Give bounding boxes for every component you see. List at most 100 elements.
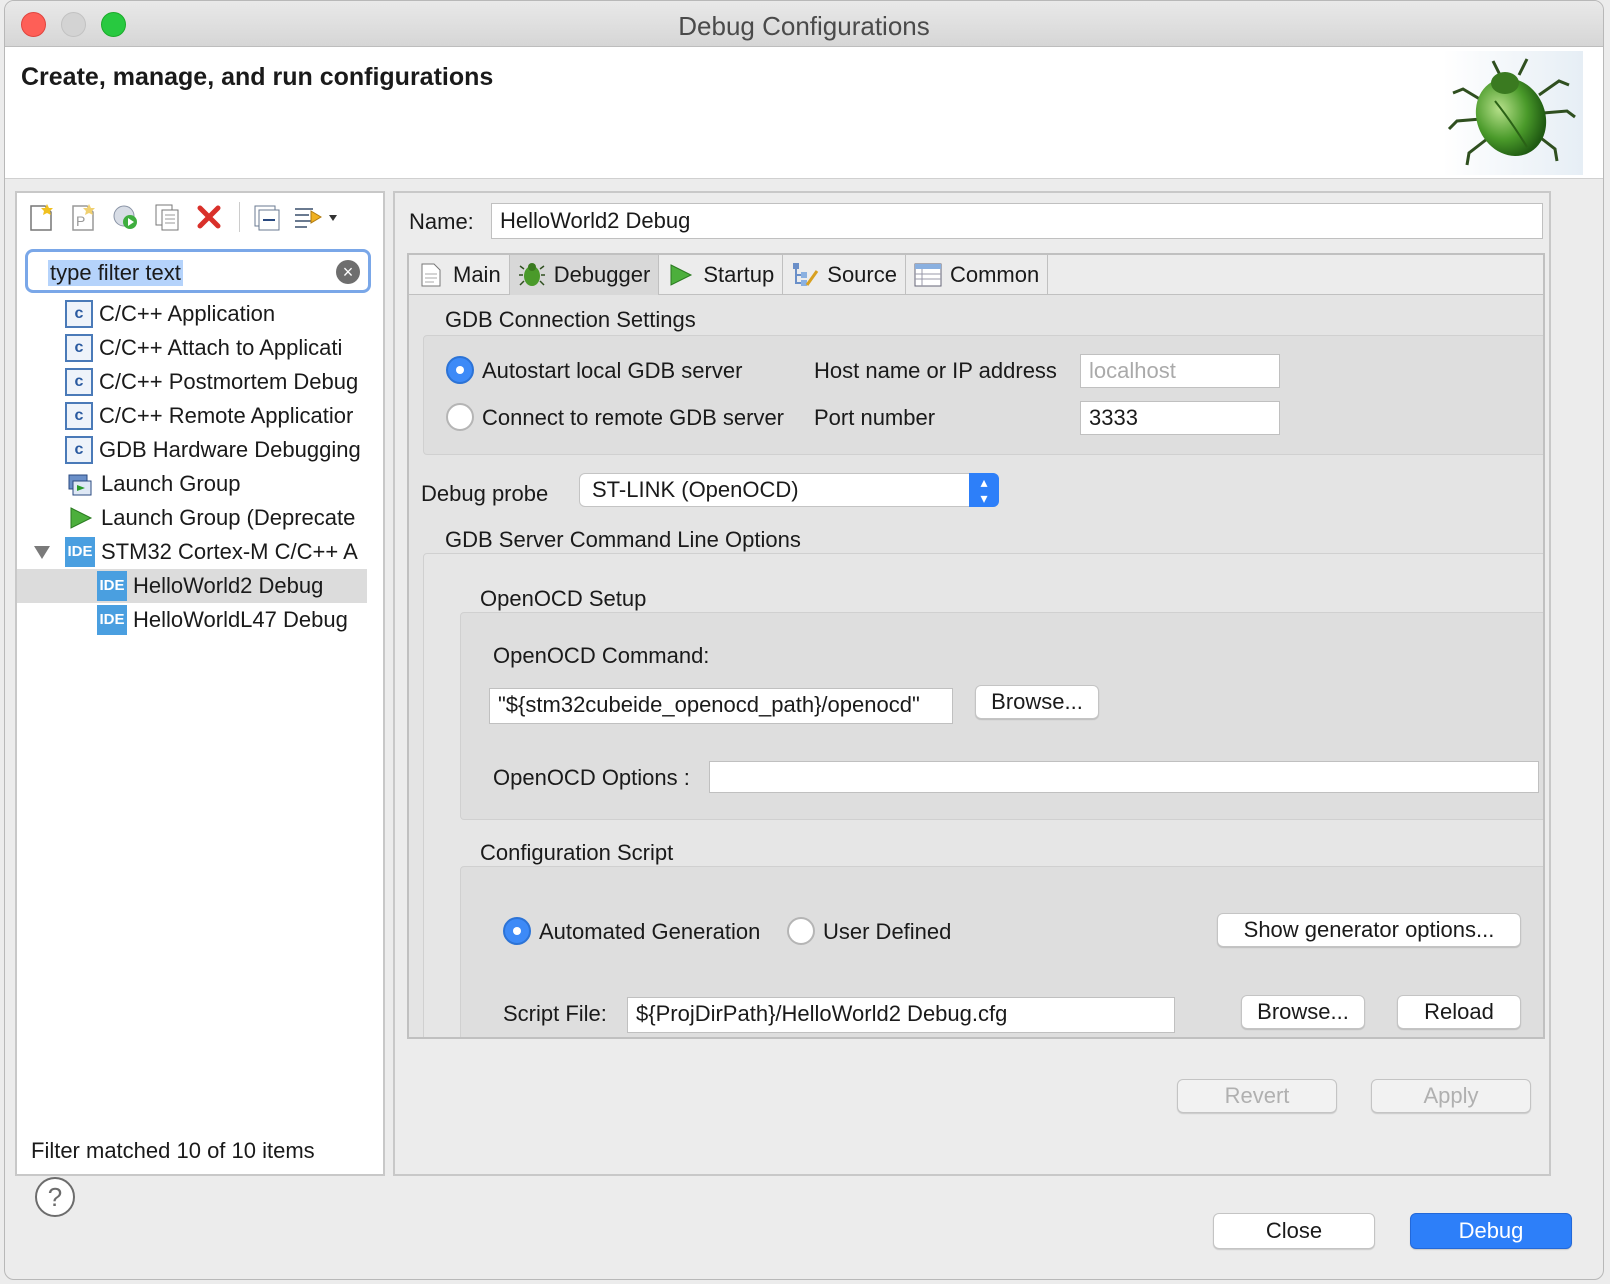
delete-configuration-icon[interactable] <box>193 201 225 233</box>
server-options-group: OpenOCD Setup OpenOCD Command: "${stm32c… <box>423 553 1543 1037</box>
openocd-browse-button[interactable]: Browse... <box>975 685 1099 719</box>
name-field[interactable]: HelloWorld2 Debug <box>491 203 1543 239</box>
tree-item-label: HelloWorldL47 Debug <box>133 607 348 632</box>
tree-item-cpp-attach[interactable]: c C/C++ Attach to Applicati <box>17 331 367 365</box>
duplicate-configuration-icon[interactable] <box>151 201 183 233</box>
tree-item-label: GDB Hardware Debugging <box>99 437 361 462</box>
debug-button[interactable]: Debug <box>1410 1213 1572 1249</box>
expand-triangle-icon[interactable] <box>31 541 53 563</box>
tree-item-label: Launch Group <box>101 471 241 496</box>
gdb-connection-title: GDB Connection Settings <box>445 307 696 332</box>
tab-main[interactable]: Main <box>409 255 510 295</box>
remote-server-label: Connect to remote GDB server <box>482 405 785 430</box>
configuration-editor-panel: Name: HelloWorld2 Debug Main Debugger St… <box>393 191 1551 1176</box>
dialog-header: Create, manage, and run configurations <box>5 47 1603 179</box>
show-generator-options-button[interactable]: Show generator options... <box>1217 913 1521 947</box>
user-defined-radio[interactable] <box>787 917 815 945</box>
select-arrows-icon: ▴ ▾ <box>969 473 999 507</box>
tree-item-launch-group-deprecated[interactable]: Launch Group (Deprecate <box>17 501 367 535</box>
openocd-command-field[interactable]: "${stm32cubeide_openocd_path}/openocd" <box>489 688 953 724</box>
filter-menu-icon[interactable] <box>292 201 340 233</box>
remote-server-radio[interactable] <box>446 403 474 431</box>
config-script-title: Configuration Script <box>480 840 674 865</box>
apply-button[interactable]: Apply <box>1371 1079 1531 1113</box>
clear-filter-icon[interactable]: × <box>336 260 360 284</box>
tab-label: Common <box>949 262 1040 287</box>
tree-item-cpp-postmortem[interactable]: c C/C++ Postmortem Debug <box>17 365 367 399</box>
debugger-tab-content: GDB Connection Settings Autostart local … <box>409 295 1543 1037</box>
openocd-command-label: OpenOCD Command: <box>493 643 710 668</box>
openocd-setup-title: OpenOCD Setup <box>480 586 647 611</box>
new-configuration-icon[interactable] <box>25 201 57 233</box>
document-icon <box>417 261 445 289</box>
export-configuration-icon[interactable] <box>109 201 141 233</box>
script-file-label: Script File: <box>503 1001 607 1026</box>
revert-button[interactable]: Revert <box>1177 1079 1337 1113</box>
automated-generation-radio[interactable] <box>503 917 531 945</box>
configuration-list-panel: P type filter text × c C/C++ Application… <box>15 191 385 1176</box>
tab-startup[interactable]: Startup <box>659 255 784 295</box>
tree-item-cpp-remote[interactable]: c C/C++ Remote Applicatior <box>17 399 367 433</box>
filter-placeholder-text: type filter text <box>48 260 183 286</box>
ide-icon: IDE <box>97 605 127 635</box>
table-icon <box>914 261 942 289</box>
openocd-options-label: OpenOCD Options : <box>493 765 690 790</box>
configuration-tree: c C/C++ Application c C/C++ Attach to Ap… <box>17 297 367 637</box>
port-label: Port number <box>814 405 936 430</box>
autostart-radio[interactable] <box>446 356 474 384</box>
tree-item-label: C/C++ Postmortem Debug <box>99 369 359 394</box>
reload-button[interactable]: Reload <box>1397 995 1521 1029</box>
tree-item-helloworld2-debug[interactable]: IDE HelloWorld2 Debug <box>17 569 367 603</box>
autostart-label: Autostart local GDB server <box>482 358 743 383</box>
tree-item-stm32-cortex-m[interactable]: IDE STM32 Cortex-M C/C++ A <box>17 535 367 569</box>
c-config-icon: c <box>65 436 93 464</box>
tree-item-label: C/C++ Application <box>99 301 276 326</box>
collapse-all-icon[interactable] <box>250 201 282 233</box>
server-options-title: GDB Server Command Line Options <box>445 527 801 552</box>
window-title: Debug Configurations <box>678 11 930 41</box>
openocd-setup-group: OpenOCD Command: "${stm32cubeide_openocd… <box>460 612 1543 820</box>
tree-item-label: C/C++ Attach to Applicati <box>99 335 343 360</box>
script-browse-button[interactable]: Browse... <box>1241 995 1365 1029</box>
bug-icon <box>518 261 546 289</box>
tree-item-label: Launch Group (Deprecate <box>101 505 356 530</box>
tree-item-launch-group[interactable]: Launch Group <box>17 467 367 501</box>
svg-text:P: P <box>76 213 85 229</box>
script-file-field[interactable]: ${ProjDirPath}/HelloWorld2 Debug.cfg <box>627 997 1175 1033</box>
tab-debugger[interactable]: Debugger <box>509 255 660 295</box>
launch-group-icon <box>68 474 92 496</box>
header-title: Create, manage, and run configurations <box>21 63 494 91</box>
config-script-group: Automated Generation User Defined Show g… <box>460 866 1543 1037</box>
name-label: Name: <box>409 209 474 234</box>
host-field[interactable]: localhost <box>1080 354 1280 388</box>
gdb-connection-group: Autostart local GDB server Connect to re… <box>423 335 1543 455</box>
tab-label: Source <box>827 262 897 287</box>
debug-configurations-window: Debug Configurations Create, manage, and… <box>4 0 1604 1280</box>
help-icon[interactable]: ? <box>35 1177 75 1217</box>
openocd-options-field[interactable] <box>709 761 1539 793</box>
filter-input[interactable]: type filter text × <box>25 249 371 293</box>
close-button[interactable]: Close <box>1213 1213 1375 1249</box>
tab-source[interactable]: Source <box>783 255 906 295</box>
tree-item-cpp-application[interactable]: c C/C++ Application <box>17 297 367 331</box>
tab-folder: Main Debugger Startup Source Common GDB … <box>407 253 1545 1039</box>
port-field[interactable]: 3333 <box>1080 401 1280 435</box>
tab-label: Main <box>453 262 501 287</box>
tree-item-helloworldl47-debug[interactable]: IDE HelloWorldL47 Debug <box>17 603 367 637</box>
new-prototype-icon[interactable]: P <box>67 201 99 233</box>
c-config-icon: c <box>65 368 93 396</box>
tab-label: Debugger <box>553 262 651 287</box>
host-label: Host name or IP address <box>814 358 1057 383</box>
play-icon <box>667 261 695 289</box>
ide-icon: IDE <box>97 571 127 601</box>
launch-group-deprecated-icon <box>70 507 93 529</box>
c-config-icon: c <box>65 402 93 430</box>
ide-icon: IDE <box>65 537 95 567</box>
source-lookup-icon <box>791 261 819 289</box>
tab-label: Startup <box>703 262 775 287</box>
tree-item-gdb-hardware[interactable]: c GDB Hardware Debugging <box>17 433 367 467</box>
user-defined-label: User Defined <box>823 919 952 944</box>
toolbar-separator <box>239 202 240 232</box>
tab-common[interactable]: Common <box>906 255 1049 295</box>
debug-probe-select[interactable]: ST-LINK (OpenOCD) ▴ ▾ <box>579 473 999 507</box>
